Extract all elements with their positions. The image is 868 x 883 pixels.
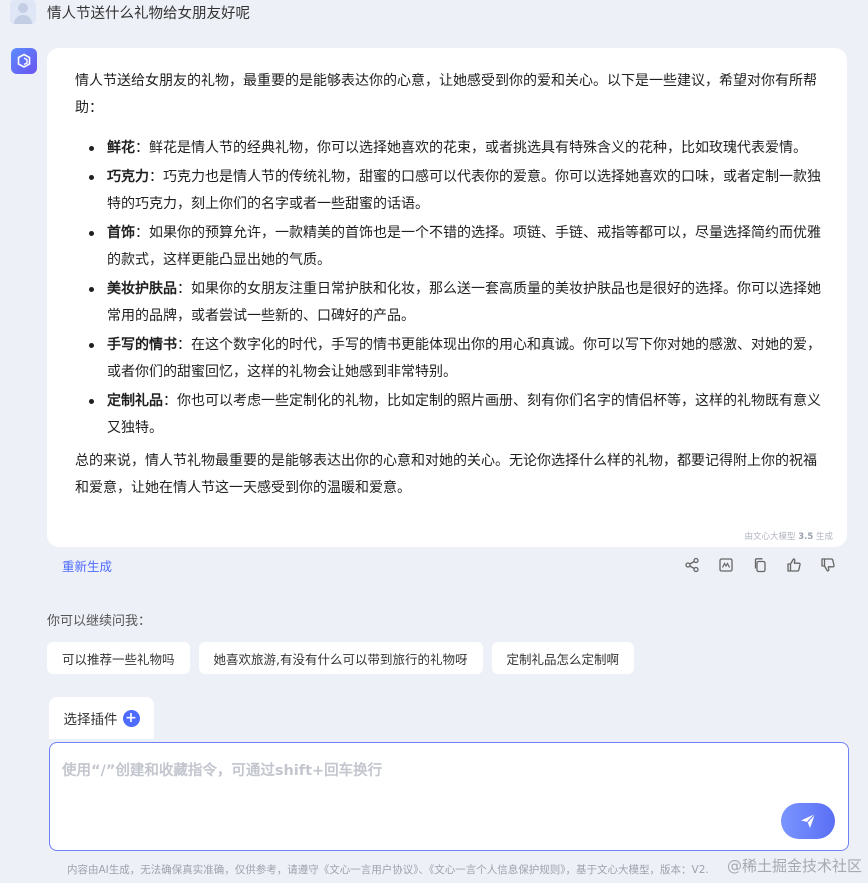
image-icon[interactable] <box>716 555 736 575</box>
item-title: 手写的情书 <box>107 337 177 353</box>
footer-prefix: 由文心大模型 <box>744 532 799 542</box>
chat-input[interactable] <box>62 759 762 789</box>
watermark: @稀土掘金技术社区 <box>726 857 862 875</box>
user-message: 情人节送什么礼物给女朋友好呢 <box>10 0 250 24</box>
item-text: ：在这个数字化的时代，手写的情书更能体现出你的用心和真诚。你可以写下你对她的感激… <box>107 337 821 380</box>
list-item: 巧克力：巧克力也是情人节的传统礼物，甜蜜的口感可以代表你的爱意。你可以选择她喜欢… <box>75 164 827 218</box>
user-avatar <box>10 0 36 24</box>
copy-icon[interactable] <box>750 555 770 575</box>
list-item: 手写的情书：在这个数字化的时代，手写的情书更能体现出你的用心和真诚。你可以写下你… <box>75 332 827 386</box>
bot-avatar-icon <box>11 48 37 74</box>
list-item: 首饰：如果你的预算允许，一款精美的首饰也是一个不错的选择。项链、手链、戒指等都可… <box>75 220 827 274</box>
item-title: 鲜花 <box>107 140 135 156</box>
item-text: ：如果你的预算允许，一款精美的首饰也是一个不错的选择。项链、手链、戒指等都可以，… <box>107 225 821 268</box>
item-title: 巧克力 <box>107 169 149 185</box>
chat-input-box <box>49 742 849 851</box>
list-item: 鲜花：鲜花是情人节的经典礼物，你可以选择她喜欢的花束，或者挑选具有特殊含义的花种… <box>75 135 827 162</box>
send-icon <box>801 813 816 828</box>
item-text: ：你也可以考虑一些定制化的礼物，比如定制的照片画册、刻有你们名字的情侣杯等，这样… <box>107 393 821 436</box>
plugin-select-label: 选择插件 <box>63 712 118 728</box>
item-title: 首饰 <box>107 225 135 241</box>
item-text: ：巧克力也是情人节的传统礼物，甜蜜的口感可以代表你的爱意。你可以选择她喜欢的口味… <box>107 169 821 212</box>
suggestion-list: 鲜花：鲜花是情人节的经典礼物，你可以选择她喜欢的花束，或者挑选具有特殊含义的花种… <box>75 135 827 442</box>
disclaimer-text: 内容由AI生成，无法确保真实准确，仅供参考，请遵守《文心一言用户协议》、《文心一… <box>67 864 709 876</box>
suggestion-chip[interactable]: 可以推荐一些礼物吗 <box>47 642 190 674</box>
regenerate-button[interactable]: 重新生成 <box>62 556 112 575</box>
user-question-text: 情人节送什么礼物给女朋友好呢 <box>47 5 250 22</box>
footer-suffix: 生成 <box>813 532 833 542</box>
plugin-select-button[interactable]: 选择插件 + <box>49 697 154 739</box>
item-text: ：鲜花是情人节的经典礼物，你可以选择她喜欢的花束，或者挑选具有特殊含义的花种，比… <box>135 140 807 156</box>
item-text: ：如果你的女朋友注重日常护肤和化妆，那么送一套高质量的美妆护肤品也是很好的选择。… <box>107 281 821 324</box>
thumbs-down-icon[interactable] <box>818 555 838 575</box>
thumbs-up-icon[interactable] <box>784 555 804 575</box>
answer-card: 情人节送给女朋友的礼物，最重要的是能够表达你的心意，让她感受到你的爱和关心。以下… <box>47 48 847 547</box>
continue-asking-label: 你可以继续问我： <box>47 614 152 629</box>
suggestion-chip[interactable]: 定制礼品怎么定制啊 <box>491 642 635 674</box>
answer-intro: 情人节送给女朋友的礼物，最重要的是能够表达你的心意，让她感受到你的爱和关心。以下… <box>75 73 817 116</box>
list-item: 美妆护肤品：如果你的女朋友注重日常护肤和化妆，那么送一套高质量的美妆护肤品也是很… <box>75 276 827 330</box>
answer-actions <box>682 555 838 575</box>
answer-conclusion: 总的来说，情人节礼物最重要的是能够表达出你的心意和对她的关心。无论你选择什么样的… <box>75 453 817 496</box>
item-title: 定制礼品 <box>107 393 163 409</box>
plus-icon: + <box>122 709 140 727</box>
share-icon[interactable] <box>682 555 702 575</box>
suggestion-chip[interactable]: 她喜欢旅游,有没有什么可以带到旅行的礼物呀 <box>198 642 483 674</box>
answer-body: 情人节送给女朋友的礼物，最重要的是能够表达你的心意，让她感受到你的爱和关心。以下… <box>75 68 827 502</box>
footer-version: 3.5 <box>798 532 814 542</box>
list-item: 定制礼品：你也可以考虑一些定制化的礼物，比如定制的照片画册、刻有你们名字的情侣杯… <box>75 388 827 442</box>
send-button[interactable] <box>781 803 835 839</box>
model-footer-note: 由文心大模型 3.5 生成 <box>745 530 833 542</box>
item-title: 美妆护肤品 <box>107 281 177 297</box>
suggested-questions: 可以推荐一些礼物吗 她喜欢旅游,有没有什么可以带到旅行的礼物呀 定制礼品怎么定制… <box>47 642 635 674</box>
